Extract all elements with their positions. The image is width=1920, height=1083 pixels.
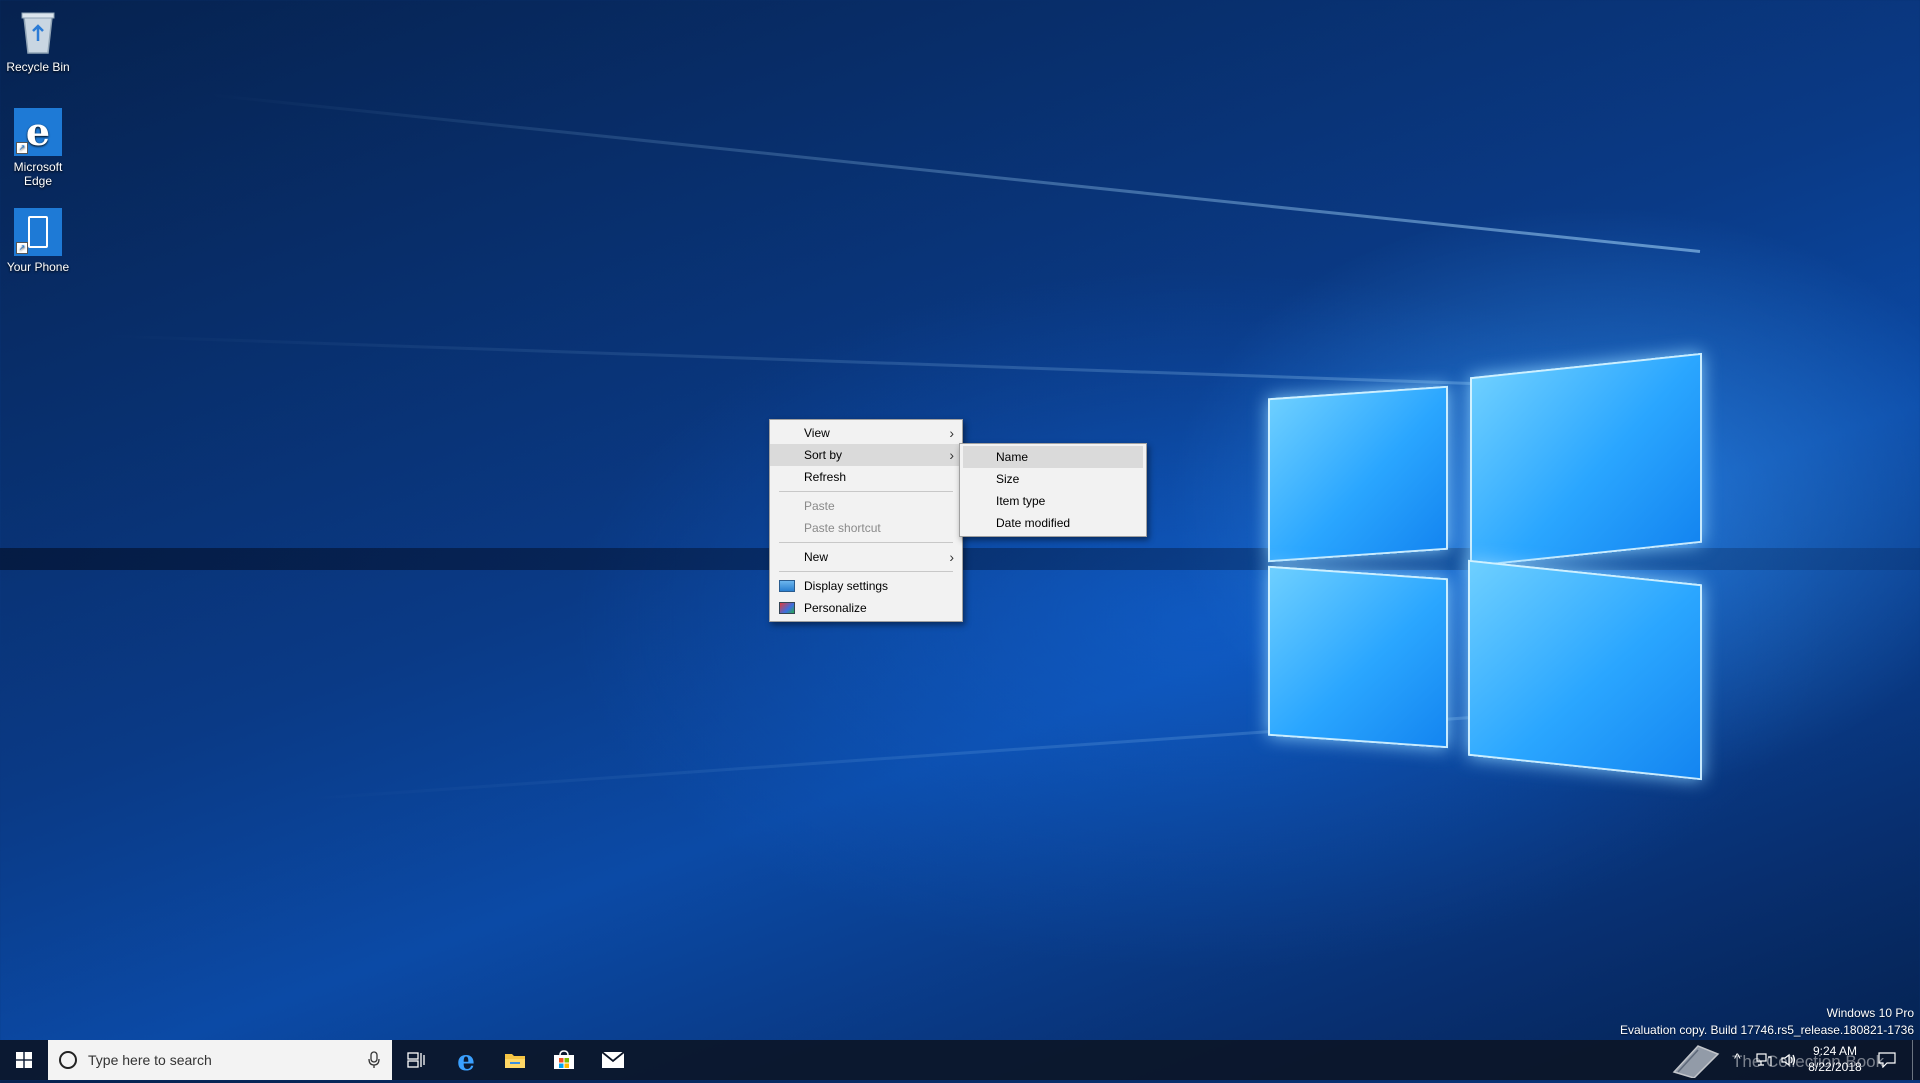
menu-item-label: Item type <box>996 494 1046 508</box>
menu-item-label: Paste <box>804 499 835 513</box>
menu-item-display-settings[interactable]: Display settings <box>770 575 962 597</box>
submenu-item-date-modified[interactable]: Date modified <box>963 512 1143 534</box>
desktop-icon-label: Recycle Bin <box>6 60 70 74</box>
menu-item-label: New <box>804 550 829 564</box>
submenu-item-item-type[interactable]: Item type <box>963 490 1143 512</box>
submenu-item-size[interactable]: Size <box>963 468 1143 490</box>
desktop-context-menu: View › Sort by › Refresh Paste Paste sho… <box>769 419 963 622</box>
menu-item-label: Name <box>996 450 1029 464</box>
menu-item-paste: Paste <box>770 495 962 517</box>
task-view-icon <box>407 1052 425 1068</box>
edge-icon: e <box>457 1043 475 1077</box>
menu-item-paste-shortcut: Paste shortcut <box>770 517 962 539</box>
search-placeholder: Type here to search <box>88 1052 212 1068</box>
light-beam <box>100 334 1701 393</box>
taskbar-mail-button[interactable] <box>589 1040 637 1080</box>
menu-item-refresh[interactable]: Refresh <box>770 466 962 488</box>
menu-item-label: View <box>804 426 830 440</box>
light-beam <box>208 93 1701 253</box>
watermark-edition: Windows 10 Pro <box>1826 1006 1914 1020</box>
volume-icon[interactable] <box>1781 1053 1797 1067</box>
desktop-icon-microsoft-edge[interactable]: e ↗ Microsoft Edge <box>2 108 74 188</box>
menu-separator <box>779 542 953 543</box>
cortana-circle-icon <box>59 1051 77 1069</box>
menu-item-sort-by[interactable]: Sort by › <box>770 444 962 466</box>
menu-item-label: Refresh <box>804 470 847 484</box>
store-bag-icon <box>554 1050 574 1069</box>
taskbar: Type here to search e The Collection Boo… <box>0 1040 1920 1080</box>
sort-by-submenu: Name Size Item type Date modified <box>959 443 1147 537</box>
taskbar-store-button[interactable] <box>540 1040 588 1080</box>
recycle-bin-icon <box>14 8 62 56</box>
phone-icon: ↗ <box>14 208 62 256</box>
desktop-icon-label: Your Phone <box>6 260 70 274</box>
microphone-icon[interactable] <box>368 1051 380 1069</box>
menu-separator <box>779 491 953 492</box>
menu-item-label: Size <box>996 472 1020 486</box>
show-desktop-button[interactable] <box>1912 1040 1920 1080</box>
clock-time: 9:24 AM <box>1812 1044 1858 1058</box>
menu-item-new[interactable]: New › <box>770 546 962 568</box>
edge-icon: e ↗ <box>14 108 62 156</box>
desktop-icon-your-phone[interactable]: ↗ Your Phone <box>2 208 74 274</box>
chevron-right-icon: › <box>949 425 954 441</box>
clock[interactable]: 9:24 AM 8/22/2018 <box>1800 1043 1870 1075</box>
folder-icon <box>505 1054 525 1068</box>
menu-item-personalize[interactable]: Personalize <box>770 597 962 619</box>
menu-item-label: Display settings <box>804 579 889 593</box>
desktop-icon-recycle-bin[interactable]: Recycle Bin <box>2 8 74 74</box>
clock-date: 8/22/2018 <box>1808 1060 1862 1074</box>
chevron-up-icon[interactable]: ^ <box>1734 1050 1741 1066</box>
taskbar-edge-button[interactable]: e <box>442 1040 490 1080</box>
mail-icon <box>601 1051 625 1068</box>
submenu-item-name[interactable]: Name <box>963 446 1143 468</box>
chevron-right-icon: › <box>949 447 954 463</box>
menu-item-label: Paste shortcut <box>804 521 881 535</box>
start-button[interactable] <box>0 1040 48 1080</box>
windows-start-icon <box>16 1052 32 1068</box>
taskbar-file-explorer-button[interactable] <box>491 1040 539 1080</box>
personalize-icon <box>779 602 795 614</box>
menu-item-label: Personalize <box>804 601 867 615</box>
menu-item-label: Date modified <box>996 516 1071 530</box>
desktop-icon-label: Microsoft Edge <box>13 160 63 188</box>
chevron-right-icon: › <box>949 549 954 565</box>
menu-item-label: Sort by <box>804 448 843 462</box>
display-icon <box>779 580 795 592</box>
network-icon[interactable] <box>1756 1053 1772 1067</box>
evaluation-watermark: Windows 10 Pro Evaluation copy. Build 17… <box>1620 1005 1914 1039</box>
action-center-icon[interactable] <box>1878 1052 1896 1068</box>
taskbar-search-box[interactable]: Type here to search <box>48 1040 392 1080</box>
menu-separator <box>779 571 953 572</box>
book-overlay-icon <box>1668 1042 1724 1079</box>
task-view-button[interactable] <box>392 1040 440 1080</box>
menu-item-view[interactable]: View › <box>770 422 962 444</box>
watermark-build: Evaluation copy. Build 17746.rs5_release… <box>1620 1023 1914 1037</box>
